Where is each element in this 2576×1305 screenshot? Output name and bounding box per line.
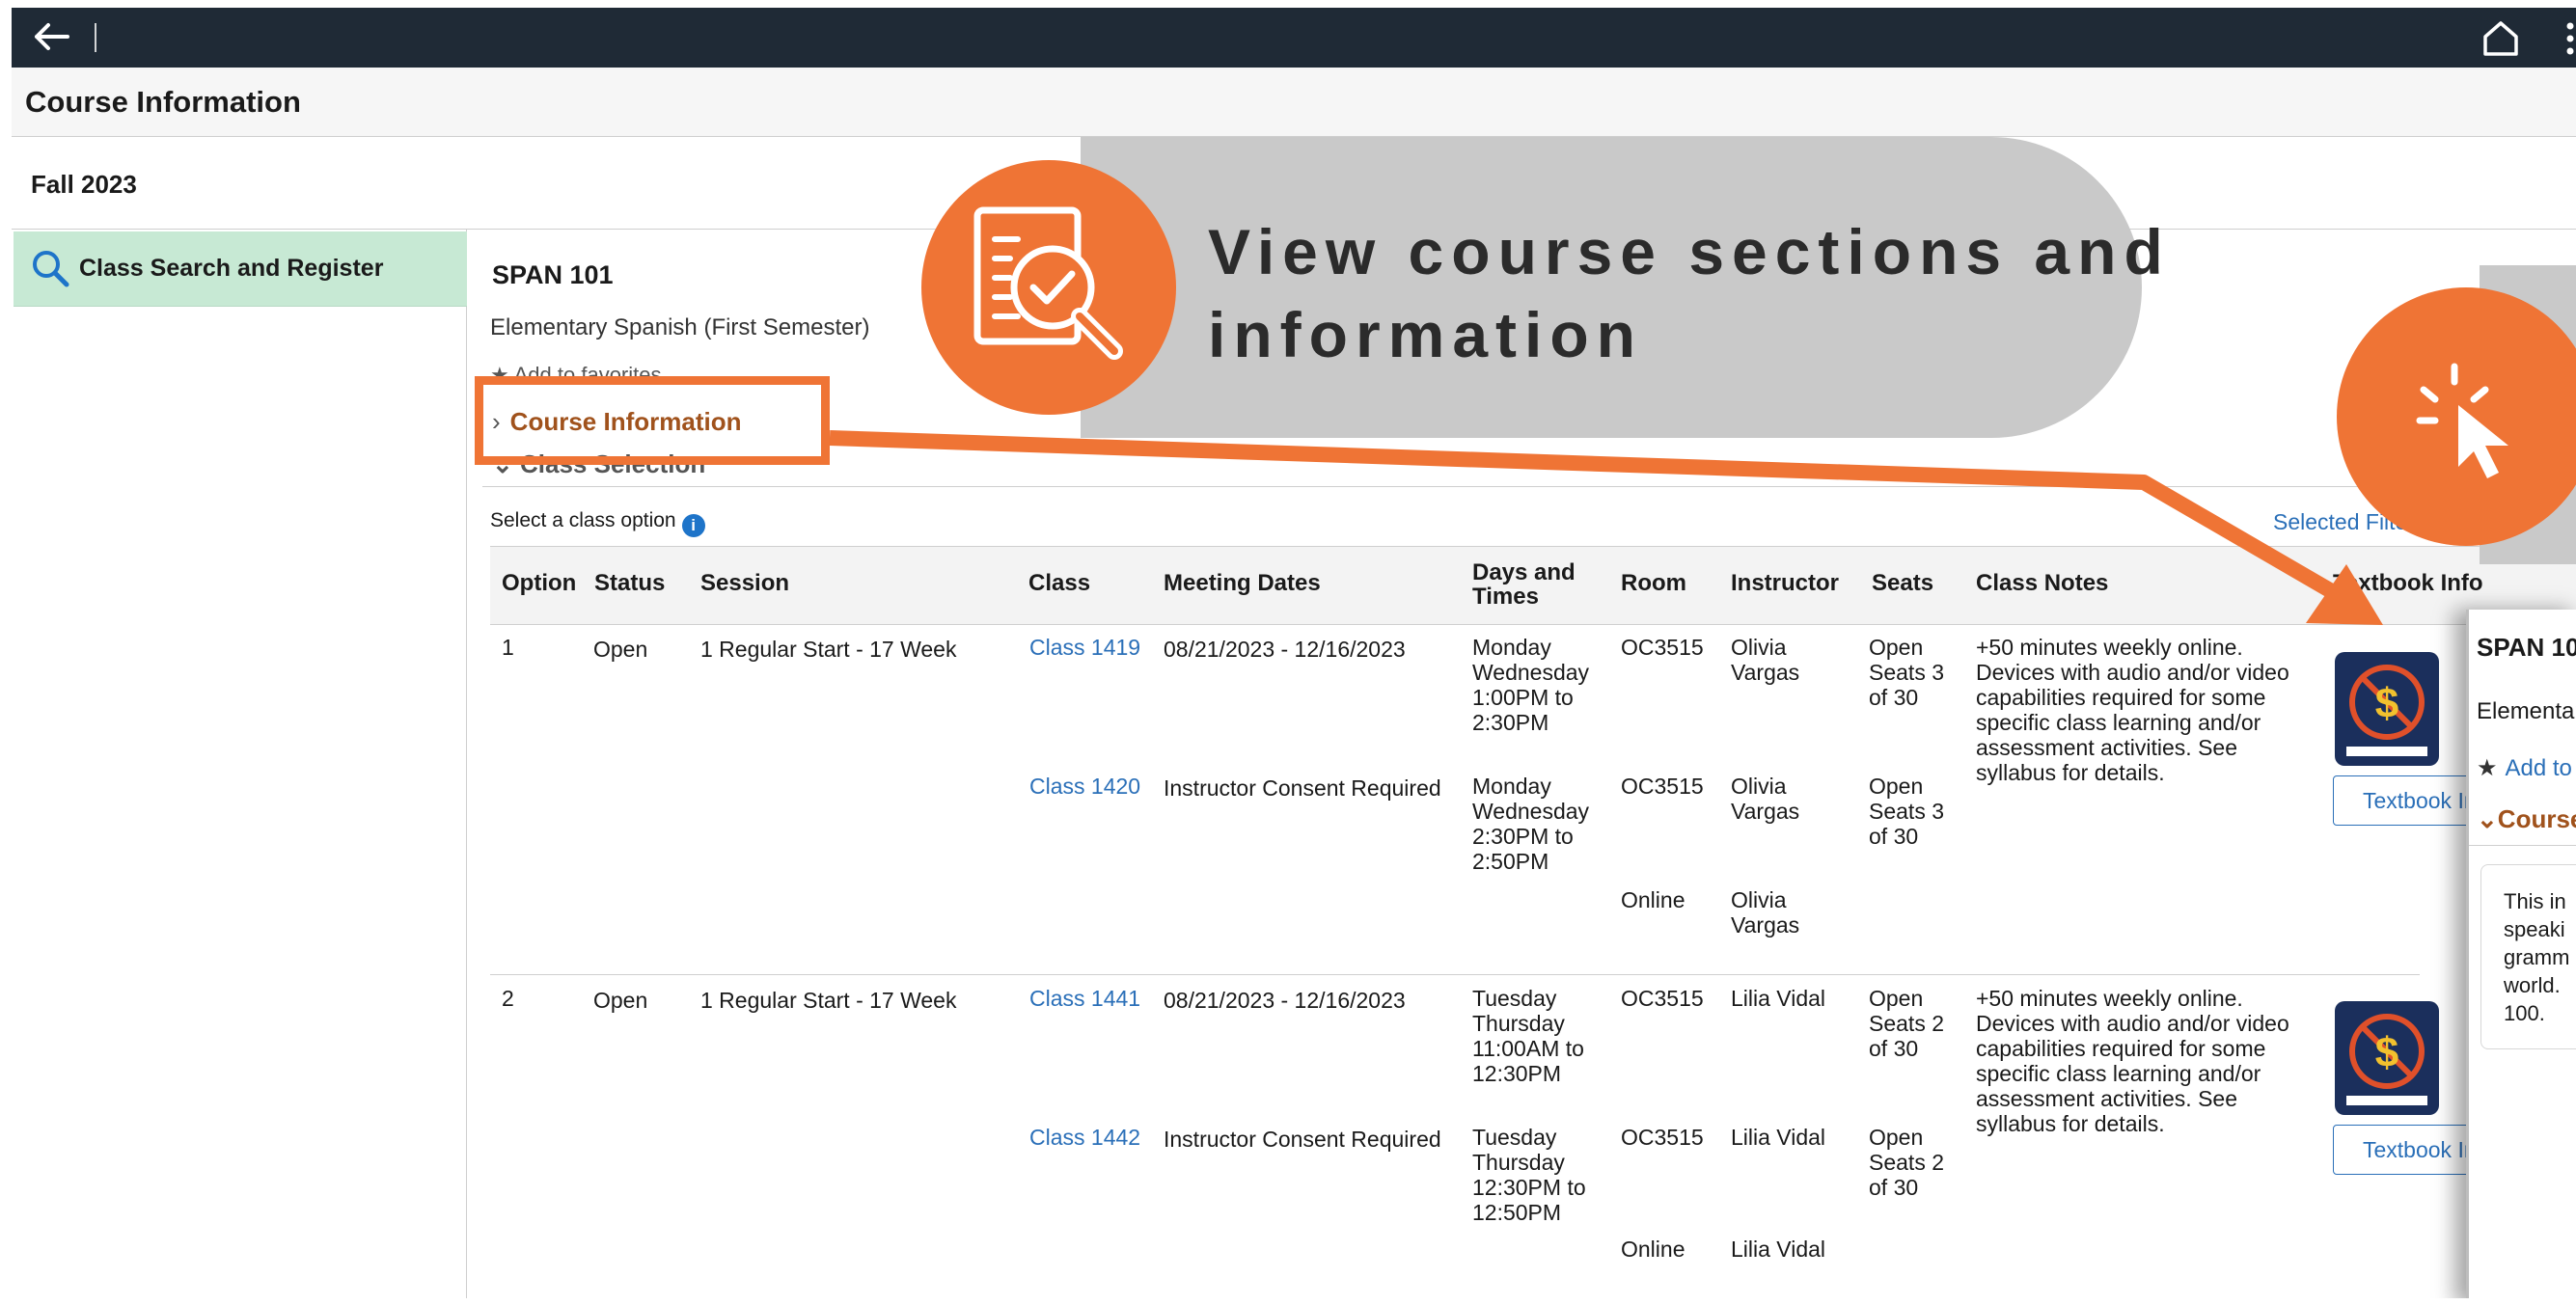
column-header-room[interactable]: Room bbox=[1621, 570, 1686, 597]
column-header-meeting-dates[interactable]: Meeting Dates bbox=[1164, 570, 1321, 597]
days-times: Tuesday Thursday 12:30PM to 12:50PM bbox=[1472, 1125, 1586, 1225]
left-navigation: Class Search and Register bbox=[12, 230, 467, 1305]
divider bbox=[2469, 845, 2576, 846]
column-header-class[interactable]: Class bbox=[1028, 570, 1090, 597]
column-header-days-times[interactable]: Days and Times bbox=[1472, 560, 1576, 609]
top-navigation-bar bbox=[12, 8, 2576, 68]
class-link[interactable]: Class 1419 bbox=[1029, 635, 1140, 660]
flyout-add-to-favorites[interactable]: ★Add to favorites bbox=[2477, 754, 2576, 782]
class-link[interactable]: Class 1442 bbox=[1029, 1125, 1140, 1150]
course-title: Elementary Spanish (First Semester) bbox=[490, 314, 870, 340]
svg-text:$: $ bbox=[2375, 680, 2398, 727]
seats: Open Seats 3 of 30 bbox=[1869, 774, 1944, 849]
session-label: 1 Regular Start - 17 Week bbox=[700, 988, 957, 1013]
column-header-session[interactable]: Session bbox=[700, 570, 789, 597]
flyout-course-title: Elementary Spanish bbox=[2477, 698, 2576, 724]
instructor: Lilia Vidal bbox=[1731, 1237, 1826, 1262]
home-icon[interactable] bbox=[2480, 17, 2522, 58]
class-notes: +50 minutes weekly online. Devices with a… bbox=[1976, 635, 2289, 785]
class-link[interactable]: Class 1441 bbox=[1029, 986, 1140, 1011]
meeting-dates: Instructor Consent Required bbox=[1164, 1127, 1441, 1152]
bottom-edge bbox=[0, 1298, 2576, 1305]
seats: Open Seats 2 of 30 bbox=[1869, 1125, 1944, 1200]
info-icon[interactable]: i bbox=[681, 514, 705, 537]
room: OC3515 bbox=[1621, 774, 1704, 799]
instructor: Lilia Vidal bbox=[1731, 1125, 1826, 1150]
course-code: SPAN 101 bbox=[492, 260, 614, 289]
click-cursor-icon bbox=[2416, 363, 2508, 478]
sidebar-item-label: Class Search and Register bbox=[79, 255, 384, 282]
course-info-flyout: SPAN 101 Elementary Spanish ★Add to favo… bbox=[2466, 610, 2576, 1305]
status-label: Open bbox=[593, 637, 648, 662]
course-description: This in speaki gramm world. 100. bbox=[2504, 889, 2570, 1025]
column-header-seats[interactable]: Seats bbox=[1872, 570, 1933, 597]
flyout-course-information-toggle[interactable]: ⌄Course Information bbox=[2477, 804, 2576, 834]
page-header: Course Information bbox=[12, 68, 2576, 137]
toolbar-divider bbox=[95, 23, 96, 52]
back-arrow-icon[interactable] bbox=[29, 17, 75, 56]
meeting-dates: 08/21/2023 - 12/16/2023 bbox=[1164, 637, 1406, 662]
session-label: 1 Regular Start - 17 Week bbox=[700, 637, 957, 662]
document-search-icon bbox=[973, 206, 1123, 360]
class-link[interactable]: Class 1420 bbox=[1029, 774, 1140, 799]
room: OC3515 bbox=[1621, 986, 1704, 1011]
room: Online bbox=[1621, 887, 1685, 912]
divider bbox=[482, 486, 2576, 487]
flyout-course-code: SPAN 101 bbox=[2477, 633, 2576, 662]
svg-text:$: $ bbox=[2375, 1029, 2398, 1076]
textbook-icon: $ bbox=[2335, 652, 2439, 766]
term-label: Fall 2023 bbox=[31, 170, 137, 199]
star-icon: ★ bbox=[2477, 755, 2498, 781]
instructor: Olivia Vargas bbox=[1731, 635, 1800, 685]
room: Online bbox=[1621, 1237, 1685, 1262]
instructor: Lilia Vidal bbox=[1731, 986, 1826, 1011]
instructor: Olivia Vargas bbox=[1731, 887, 1800, 938]
search-icon bbox=[33, 251, 69, 287]
row-divider bbox=[490, 974, 2420, 975]
class-notes: +50 minutes weekly online. Devices with a… bbox=[1976, 986, 2289, 1136]
seats: Open Seats 2 of 30 bbox=[1869, 986, 1944, 1061]
days-times: Monday Wednesday 1:00PM to 2:30PM bbox=[1472, 635, 1590, 735]
meeting-dates: 08/21/2023 - 12/16/2023 bbox=[1164, 988, 1406, 1013]
callout-text: View course sections and information bbox=[1208, 216, 2171, 370]
column-header-option[interactable]: Option bbox=[502, 570, 576, 597]
textbook-info-button[interactable]: Textbook Info bbox=[2333, 1125, 2487, 1175]
room: OC3515 bbox=[1621, 1125, 1704, 1150]
days-times: Monday Wednesday 2:30PM to 2:50PM bbox=[1472, 774, 1590, 874]
option-number: 2 bbox=[502, 986, 514, 1011]
textbook-info-button[interactable]: Textbook Info bbox=[2333, 775, 2487, 826]
more-options-icon[interactable] bbox=[2563, 21, 2576, 56]
instructor: Olivia Vargas bbox=[1731, 774, 1800, 824]
textbook-icon: $ bbox=[2335, 1001, 2439, 1115]
meeting-dates: Instructor Consent Required bbox=[1164, 775, 1441, 801]
select-class-option-label: Select a class option i bbox=[490, 509, 705, 537]
room: OC3515 bbox=[1621, 635, 1704, 660]
column-header-textbook-info[interactable]: Textbook Info bbox=[2333, 570, 2483, 597]
option-number: 1 bbox=[502, 635, 514, 660]
column-header-status[interactable]: Status bbox=[594, 570, 665, 597]
days-times: Tuesday Thursday 11:00AM to 12:30PM bbox=[1472, 986, 1584, 1086]
seats: Open Seats 3 of 30 bbox=[1869, 635, 1944, 710]
column-header-instructor[interactable]: Instructor bbox=[1731, 570, 1839, 597]
page-title: Course Information bbox=[25, 85, 301, 119]
highlight-box bbox=[475, 376, 830, 465]
table-header: Option Status Session Class Meeting Date… bbox=[490, 546, 2576, 625]
column-header-class-notes[interactable]: Class Notes bbox=[1976, 570, 2108, 597]
sidebar-item-class-search[interactable]: Class Search and Register bbox=[14, 231, 467, 307]
status-label: Open bbox=[593, 988, 648, 1013]
